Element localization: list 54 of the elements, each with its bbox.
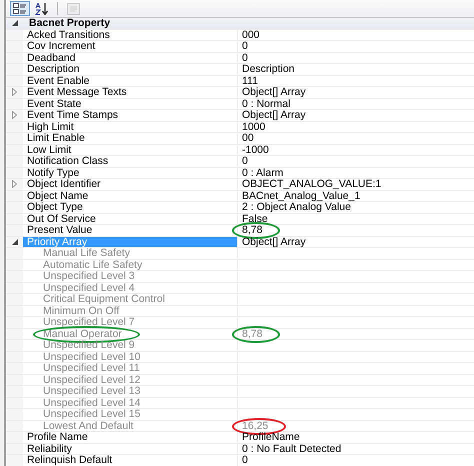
property-value[interactable]: 0	[242, 155, 248, 167]
property-value[interactable]: False	[242, 212, 268, 224]
property-name[interactable]: Acked Transitions	[23, 30, 238, 40]
property-name[interactable]: Notify Type	[23, 168, 238, 178]
sort-icon	[35, 2, 49, 14]
property-name[interactable]: Out Of Service	[23, 214, 238, 224]
property-value[interactable]: 0	[242, 40, 248, 52]
property-name[interactable]: Limit Enable	[23, 133, 238, 144]
property-value[interactable]: Description	[242, 63, 295, 75]
property-name[interactable]: Reliability	[23, 444, 238, 454]
property-name[interactable]: Event Enable	[23, 76, 238, 86]
property-name[interactable]: Deadband	[23, 52, 238, 63]
property-name[interactable]: Object Identifier	[23, 179, 238, 190]
property-value[interactable]: 0	[242, 454, 248, 466]
property-value[interactable]: ProfileName	[242, 431, 300, 443]
property-name[interactable]: Profile Name	[23, 432, 238, 442]
property-value[interactable]: 2 : Object Analog Value	[242, 201, 351, 213]
property-value[interactable]: Object[] Array	[242, 109, 306, 121]
property-name[interactable]: Low Limit	[23, 144, 238, 155]
property-name[interactable]: Event State	[23, 98, 238, 109]
property-name[interactable]: Object Name	[23, 190, 238, 201]
property-name[interactable]: Event Time Stamps	[23, 110, 238, 120]
property-value[interactable]: Object[] Array	[242, 86, 306, 98]
expanded-icon[interactable]	[12, 20, 18, 26]
expanded-icon[interactable]	[12, 238, 18, 245]
property-value[interactable]: OBJECT_ANALOG_VALUE:1	[242, 178, 382, 190]
property-name[interactable]: Relinquish Default	[23, 455, 238, 466]
property-name[interactable]: Event Message Texts	[23, 87, 238, 98]
property-value[interactable]: Object[] Array	[242, 236, 306, 248]
property-value[interactable]: 111	[242, 74, 258, 86]
property-name[interactable]: Present Value	[23, 225, 238, 236]
property-value[interactable]: 0 : Normal	[242, 98, 290, 110]
collapsed-icon[interactable]	[12, 88, 17, 96]
collapsed-icon[interactable]	[12, 180, 17, 188]
collapsed-icon[interactable]	[12, 111, 17, 120]
property-value[interactable]: 1000	[242, 120, 266, 132]
property-value[interactable]: BACnet_Analog_Value_1	[242, 190, 360, 202]
categorized-icon	[13, 2, 27, 14]
property-name[interactable]: Cov Increment	[23, 41, 238, 52]
property-name[interactable]: Description	[23, 64, 238, 74]
property-value[interactable]: 8,78	[242, 224, 262, 236]
toolbar-button[interactable]	[10, 1, 30, 16]
property-value[interactable]: -1000	[242, 144, 269, 156]
property-pages-icon	[66, 2, 80, 14]
property-value[interactable]: 000	[242, 28, 260, 40]
property-value[interactable]: 00	[242, 132, 254, 144]
property-name[interactable]: High Limit	[23, 122, 238, 132]
property-value[interactable]: 0 : No Fault Detected	[242, 442, 342, 454]
property-value[interactable]: 0	[242, 52, 248, 64]
category-header[interactable]: Bacnet Property	[6, 18, 474, 30]
category-name: Bacnet Property	[28, 18, 110, 28]
property-name[interactable]: Object Type	[23, 202, 238, 212]
property-value[interactable]: 0 : Alarm	[242, 166, 284, 178]
property-name[interactable]: Notification Class	[23, 156, 238, 166]
